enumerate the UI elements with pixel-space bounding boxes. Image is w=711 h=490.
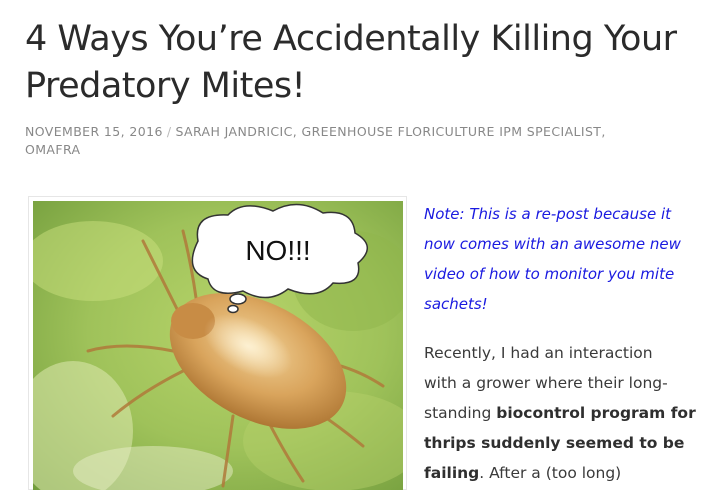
mite-photo: NO!!! [33, 201, 403, 490]
body-bold-text: failing [424, 464, 480, 482]
body-bold-text: thrips suddenly seemed to be [424, 434, 685, 452]
note-line: Note: This is a re-post because it [424, 205, 671, 223]
repost-note: Note: This is a re-post because it now c… [424, 199, 704, 319]
body-line: Recently, I had an interaction [424, 344, 653, 362]
featured-image: NO!!! [28, 196, 407, 490]
post-meta-line: NOVEMBER 15, 2016/SARAH JANDRICIC, GREEN… [25, 123, 695, 141]
body-text: standing [424, 404, 497, 422]
post-author[interactable]: SARAH JANDRICIC, GREENHOUSE FLORICULTURE… [175, 124, 605, 139]
post-title: 4 Ways You’re Accidentally Killing Your … [25, 16, 705, 110]
post-meta: NOVEMBER 15, 2016/SARAH JANDRICIC, GREEN… [25, 123, 695, 159]
article-body: Recently, I had an interaction with a gr… [424, 338, 711, 488]
note-line: video of how to monitor you mite [424, 265, 675, 283]
post-title-line: Predatory Mites! [25, 66, 306, 106]
meta-separator: / [166, 124, 172, 139]
body-line: with a grower where their long- [424, 374, 668, 392]
note-line: now comes with an awesome new [424, 235, 681, 253]
body-line: standing biocontrol program for [424, 398, 711, 428]
body-bold-text: biocontrol program for [496, 404, 696, 422]
post-title-line: 4 Ways You’re Accidentally Killing Your [25, 19, 677, 59]
body-text: . After a (too long) [479, 464, 622, 482]
post-date[interactable]: NOVEMBER 15, 2016 [25, 124, 163, 139]
body-line: failing. After a (too long) [424, 458, 711, 488]
post-author-continued[interactable]: OMAFRA [25, 141, 695, 159]
note-line: sachets! [424, 295, 488, 313]
body-line: thrips suddenly seemed to be [424, 428, 711, 458]
bubble-text: NO!!! [245, 235, 310, 266]
